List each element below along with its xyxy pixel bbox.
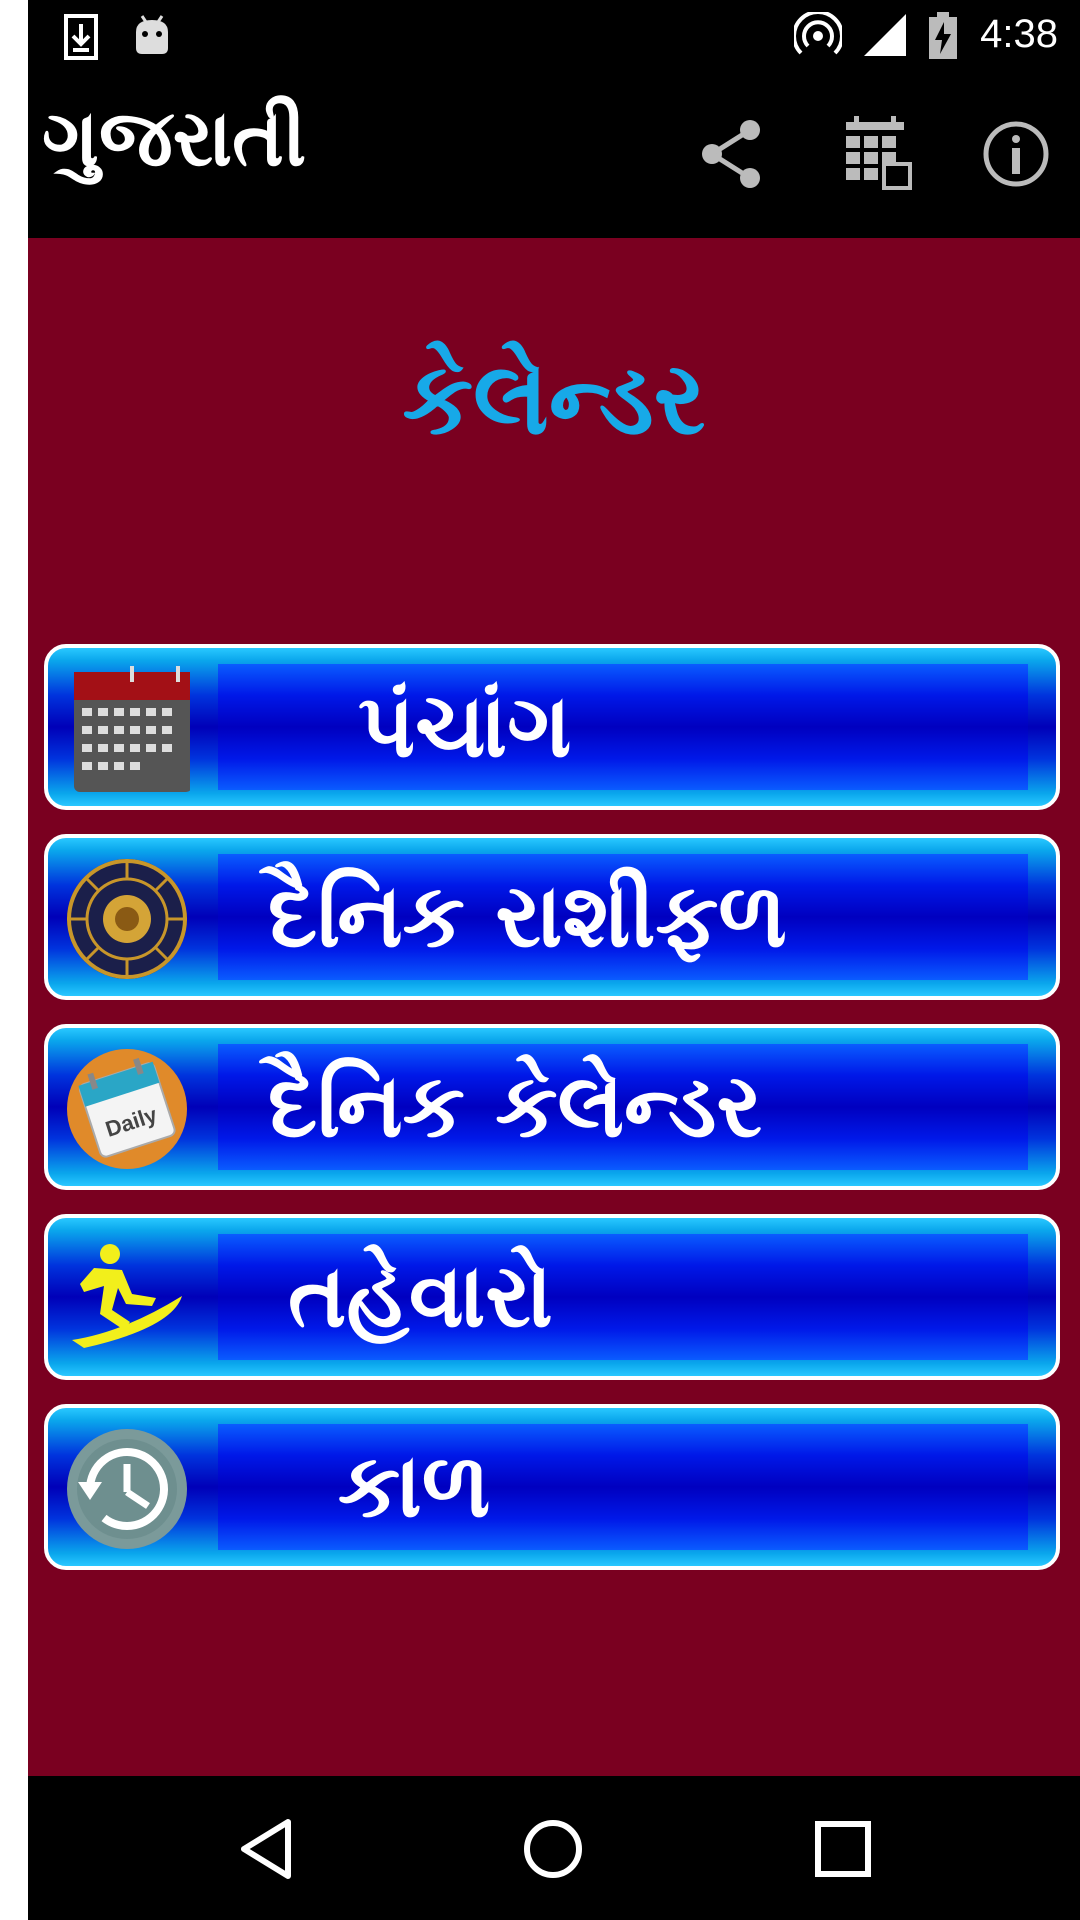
battery-charging-icon bbox=[928, 12, 958, 64]
app-title: ગુજરાતી bbox=[42, 94, 307, 184]
festival-surfer-icon bbox=[64, 1236, 190, 1362]
menu-item-daily-rashifal[interactable]: દૈનિક રાશીફળ bbox=[44, 834, 1060, 1000]
menu-label: તહેવારો bbox=[288, 1244, 553, 1347]
menu-label: દૈનિક રાશીફળ bbox=[268, 864, 787, 967]
home-icon[interactable] bbox=[518, 1814, 588, 1884]
android-icon bbox=[132, 14, 172, 62]
app-screen: 4:38 ગુજરાતી કેલેન્ડર પંચાંગ દૈનિક રાશીફ… bbox=[28, 0, 1080, 1920]
status-clock: 4:38 bbox=[980, 12, 1058, 56]
daily-calendar-icon: Daily bbox=[64, 1046, 190, 1172]
hotspot-icon bbox=[792, 10, 844, 64]
nav-bar bbox=[28, 1776, 1080, 1920]
menu-label: કાળ bbox=[338, 1434, 491, 1537]
menu-item-panchang[interactable]: પંચાંગ bbox=[44, 644, 1060, 810]
calendar-grid-icon[interactable] bbox=[836, 114, 916, 194]
menu-item-festivals[interactable]: તહેવારો bbox=[44, 1214, 1060, 1380]
back-icon[interactable] bbox=[232, 1814, 302, 1884]
share-icon[interactable] bbox=[692, 114, 772, 194]
menu-panel bbox=[218, 664, 1028, 790]
signal-icon bbox=[862, 12, 908, 62]
zodiac-wheel-icon bbox=[64, 856, 190, 982]
page-heading: કેલેન્ડર bbox=[402, 340, 706, 457]
status-bar: 4:38 bbox=[28, 0, 1080, 72]
menu-item-daily-calendar[interactable]: Daily દૈનિક કેલેન્ડર bbox=[44, 1024, 1060, 1190]
menu-label: પંચાંગ bbox=[358, 674, 572, 777]
download-icon bbox=[64, 14, 98, 64]
recents-icon[interactable] bbox=[808, 1814, 878, 1884]
calendar-icon bbox=[64, 666, 192, 792]
app-bar: ગુજરાતી bbox=[28, 72, 1080, 238]
menu-item-kaal[interactable]: કાળ bbox=[44, 1404, 1060, 1570]
clock-history-icon bbox=[64, 1426, 190, 1552]
menu-label: દૈનિક કેલેન્ડર bbox=[268, 1054, 762, 1157]
info-icon[interactable] bbox=[976, 114, 1056, 194]
